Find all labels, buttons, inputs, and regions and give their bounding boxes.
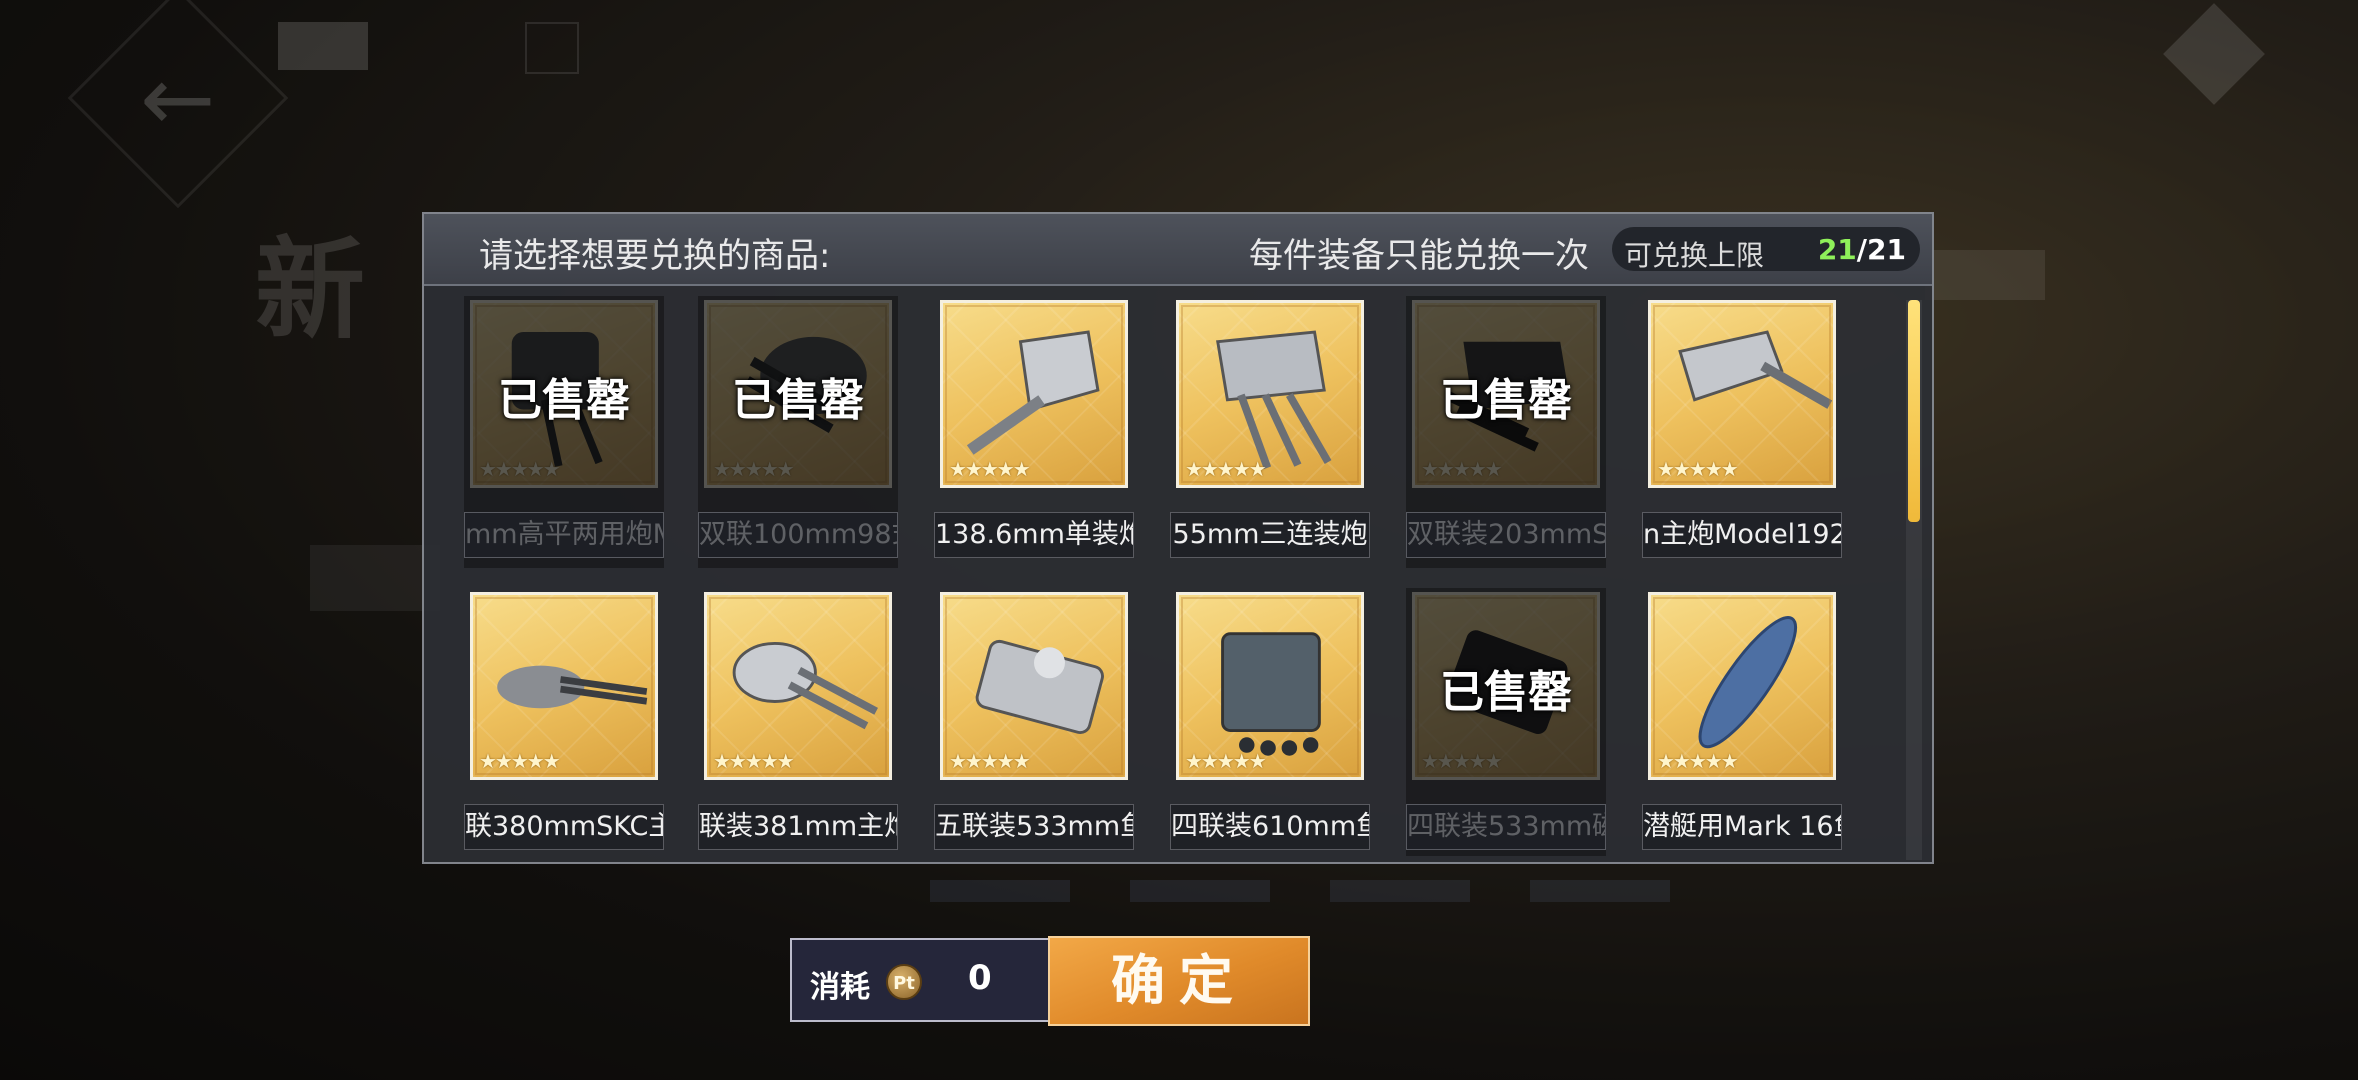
- exchange-dialog: 请选择想要兑换的商品: 每件装备只能兑换一次 可兑换上限 21/21 ★★★★★…: [422, 212, 1934, 864]
- limit-total: /21: [1856, 233, 1906, 266]
- item-name: 双联100mm98式: [698, 512, 898, 558]
- shop-item[interactable]: ★★★★★ 四联装610mm鱼雷: [1170, 588, 1370, 856]
- limit-current: 21: [1817, 233, 1857, 266]
- cost-label: 消耗: [810, 970, 870, 1005]
- rarity-stars: ★★★★★: [479, 457, 561, 481]
- battleship-turret-icon: [497, 665, 648, 709]
- shop-item[interactable]: ★★★★★ 55mm三连装炮: [1170, 296, 1370, 586]
- limit-label: 可兑换上限: [1624, 239, 1765, 272]
- rarity-stars: ★★★★★: [1421, 457, 1503, 481]
- item-name: 双联装203mmSK: [1406, 512, 1606, 558]
- rarity-stars: ★★★★★: [1657, 749, 1739, 773]
- shop-item[interactable]: ★★★★★ 联装381mm主炮: [698, 588, 898, 856]
- background-title-block: [525, 22, 579, 74]
- rarity-stars: ★★★★★: [949, 749, 1031, 773]
- background-menu-item: [310, 545, 440, 611]
- item-name: 四联装610mm鱼雷: [1170, 804, 1370, 850]
- triple-gun-turret-icon: [1216, 330, 1332, 470]
- cost-value: 0: [968, 958, 992, 998]
- item-card[interactable]: ★★★★★: [1176, 300, 1364, 488]
- item-name: mm高平两用炮M: [464, 512, 664, 558]
- rarity-stars: ★★★★★: [713, 749, 795, 773]
- background-label: [1925, 250, 2045, 300]
- item-name: n主炮Model192: [1642, 512, 1842, 558]
- item-grid: ★★★★★ 已售罄 mm高平两用炮M ★★★★★ 已售罄 双联100mm98式 ★★★★★ 1…: [464, 296, 1874, 856]
- bottom-bar: 消耗 Pt 0 确定: [790, 936, 1310, 1026]
- shop-item: ★★★★★ 已售罄四联装533mm磁: [1406, 588, 1606, 856]
- item-card[interactable]: ★★★★★: [1176, 592, 1364, 780]
- rarity-stars: ★★★★★: [479, 749, 561, 773]
- scroll-thumb[interactable]: [1908, 300, 1920, 522]
- item-card[interactable]: ★★★★★: [470, 592, 658, 780]
- item-name: 138.6mm单装炮: [934, 512, 1134, 558]
- rarity-stars: ★★★★★: [1657, 457, 1739, 481]
- rarity-stars: ★★★★★: [1421, 749, 1503, 773]
- sold-out-label: 已售罄: [1440, 375, 1572, 426]
- item-card[interactable]: ★★★★★: [1648, 592, 1836, 780]
- item-card[interactable]: ★★★★★: [940, 592, 1128, 780]
- quintuple-torpedo-icon: [975, 639, 1104, 735]
- quad-torpedo-icon: [1221, 632, 1321, 756]
- shop-item: ★★★★★ 已售罄 mm高平两用炮M: [464, 296, 664, 586]
- exchange-rule: 每件装备只能兑换一次: [1249, 236, 1589, 276]
- background-title-block: [278, 22, 368, 70]
- sold-out-label: 已售罄: [732, 375, 864, 426]
- dialog-prompt: 请选择想要兑换的商品:: [479, 236, 831, 276]
- shop-item: ★★★★★ 已售罄双联装203mmSK: [1406, 296, 1606, 586]
- cost-display: 消耗 Pt 0: [790, 938, 1050, 1022]
- back-arrow-icon: ←: [140, 47, 216, 152]
- background-tabs: [930, 880, 1670, 902]
- item-name: 联装381mm主炮: [698, 804, 898, 850]
- item-name: 五联装533mm鱼雷: [934, 804, 1134, 850]
- item-name: 联380mmSKC主炮: [464, 804, 664, 850]
- main-gun-turret-icon: [1678, 330, 1833, 409]
- item-name: 潜艇用Mark 16鱼: [1642, 804, 1842, 850]
- sold-out-label: 已售罄: [1440, 667, 1572, 718]
- shop-item[interactable]: ★★★★★ n主炮Model192: [1642, 296, 1842, 586]
- exchange-limit-badge: 可兑换上限 21/21: [1612, 227, 1920, 272]
- rarity-stars: ★★★★★: [713, 457, 795, 481]
- item-card[interactable]: ★★★★★: [1648, 300, 1836, 488]
- shop-item[interactable]: ★★★★★ 潜艇用Mark 16鱼: [1642, 588, 1842, 856]
- dialog-header: 请选择想要兑换的商品: 每件装备只能兑换一次 可兑换上限 21/21: [424, 214, 1932, 286]
- item-card[interactable]: ★★★★★: [704, 592, 892, 780]
- background-heading: 新: [255, 225, 365, 354]
- shop-item[interactable]: ★★★★★ 138.6mm单装炮: [934, 296, 1134, 586]
- shop-item[interactable]: ★★★★★ 联380mmSKC主炮: [464, 588, 664, 856]
- rarity-stars: ★★★★★: [949, 457, 1031, 481]
- twin-main-gun-icon: [732, 641, 878, 730]
- shop-item: ★★★★★ 已售罄双联100mm98式: [698, 296, 898, 586]
- limit-count: 21/21: [1818, 233, 1906, 266]
- rarity-stars: ★★★★★: [1185, 749, 1267, 773]
- item-card[interactable]: ★★★★★: [940, 300, 1128, 488]
- submarine-torpedo-icon: [1698, 616, 1797, 749]
- coin-icon: Pt: [886, 964, 922, 1000]
- rarity-stars: ★★★★★: [1185, 457, 1267, 481]
- confirm-button[interactable]: 确定: [1048, 936, 1310, 1026]
- scrollbar[interactable]: [1906, 300, 1922, 860]
- item-name: 四联装533mm磁: [1406, 804, 1606, 850]
- item-name: 55mm三连装炮: [1170, 512, 1370, 558]
- shop-item[interactable]: ★★★★★ 五联装533mm鱼雷: [934, 588, 1134, 856]
- sold-out-label: 已售罄: [498, 375, 630, 426]
- single-gun-turret-icon: [966, 330, 1100, 455]
